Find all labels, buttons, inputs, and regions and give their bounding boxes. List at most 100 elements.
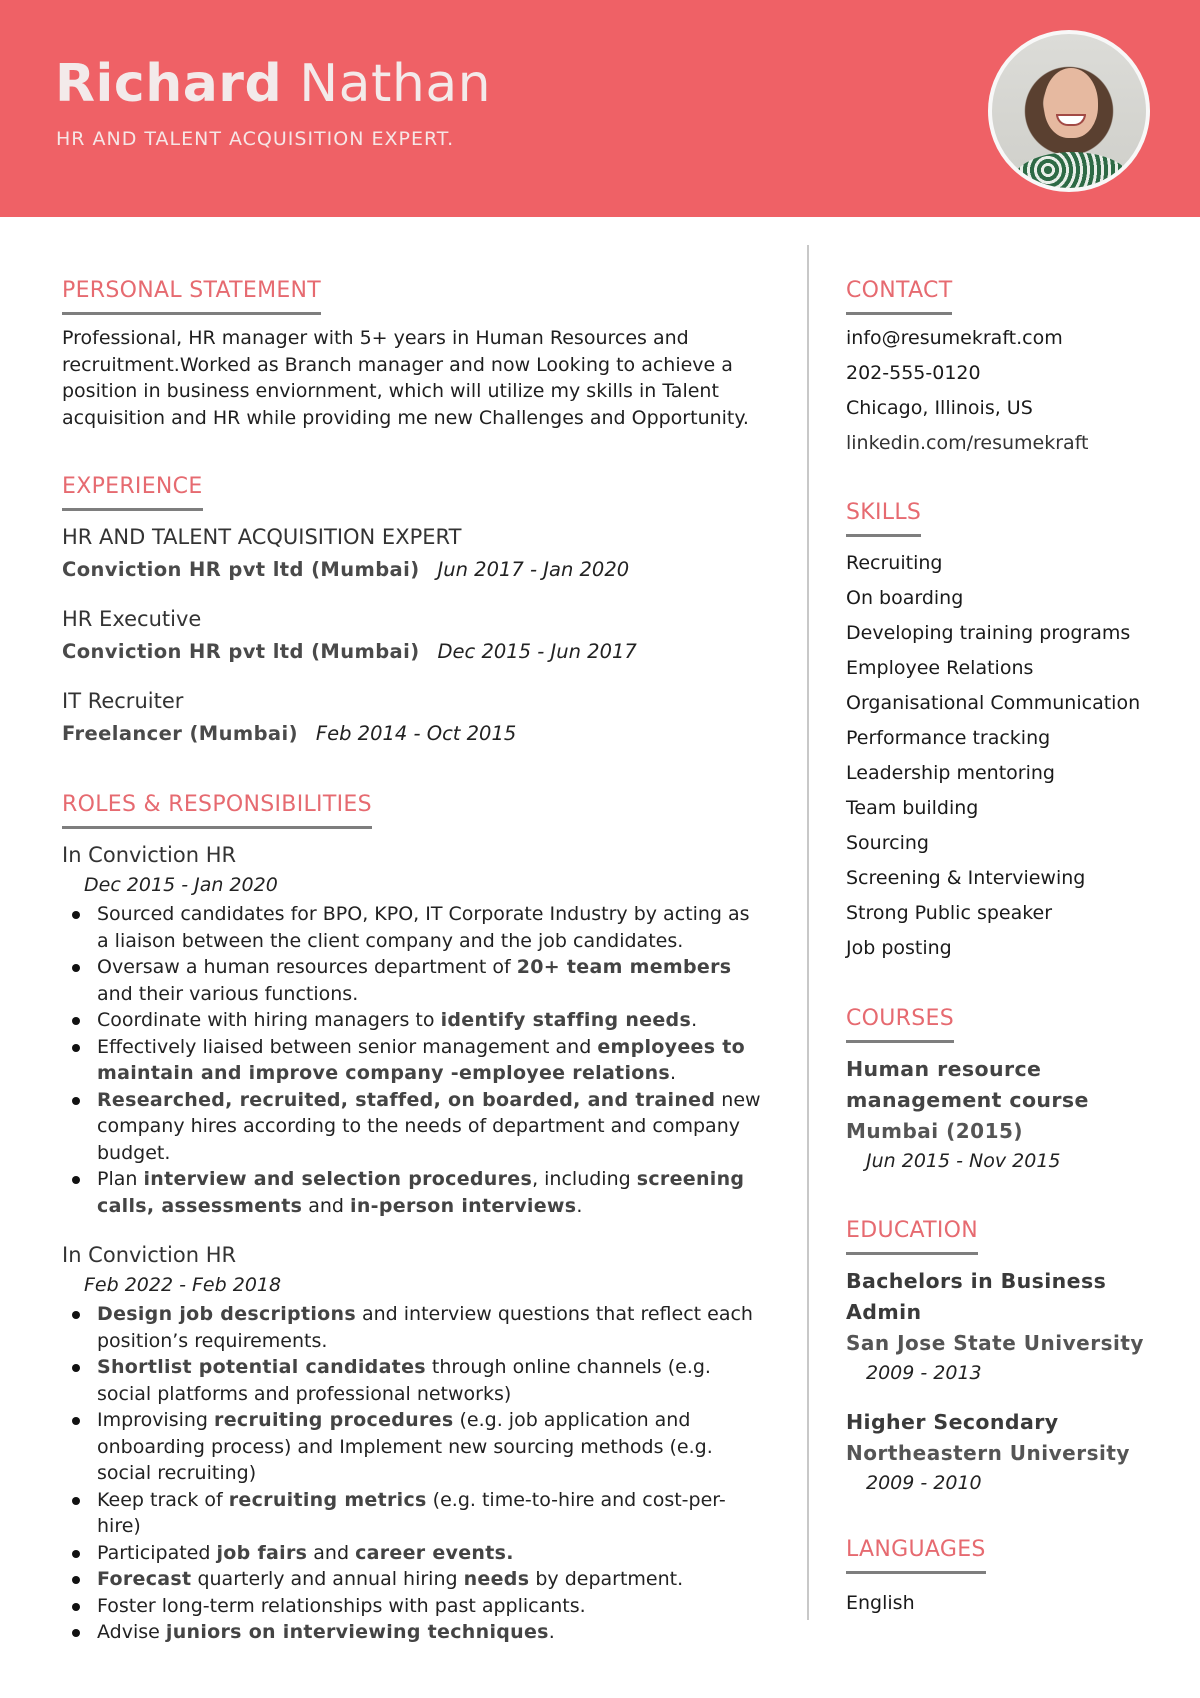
- highlight-text: juniors on interviewing techniques: [165, 1621, 549, 1643]
- heading-text: ROLES & RESPONSIBILITIES: [62, 792, 372, 817]
- skill-item: Sourcing: [846, 832, 929, 854]
- item-text: .: [670, 1062, 677, 1084]
- experience-item: IT Recruiter Freelancer (Mumbai) Feb 2014…: [62, 691, 762, 744]
- role-title: In Conviction HR: [62, 843, 237, 867]
- skill-item: On boarding: [846, 587, 964, 609]
- bullet-icon: [72, 1417, 80, 1425]
- education-dates: 2009 - 2010: [866, 1472, 982, 1494]
- last-name: Nathan: [299, 54, 492, 114]
- skill-item: Developing training programs: [846, 622, 1131, 644]
- heading-underline: [846, 1252, 979, 1255]
- profile-photo: [988, 30, 1150, 192]
- heading-underline: [846, 534, 922, 537]
- job-dates: Dec 2015 - Jun 2017: [437, 640, 637, 663]
- highlight-text: Design job descriptions: [97, 1303, 356, 1325]
- item-text: .: [691, 1009, 698, 1031]
- bullet-icon: [72, 1043, 80, 1052]
- bullet-icon: [72, 911, 80, 919]
- heading-underline: [62, 312, 322, 315]
- item-text: Keep track of: [97, 1488, 229, 1511]
- contact-list: info@resumekraft.com 202-555-0120 Chicag…: [846, 321, 1176, 461]
- item-text: Advise: [97, 1621, 166, 1643]
- skill-item: Performance tracking: [846, 727, 1051, 749]
- heading-text: SKILLS: [846, 500, 922, 525]
- photo-shirt: [1012, 152, 1132, 188]
- role-block: In Conviction HR Feb 2022 - Feb 2018 Des…: [62, 1245, 762, 1646]
- bullet-icon: [72, 1311, 80, 1319]
- job-dates: Jun 2017 - Jan 2020: [437, 558, 630, 581]
- course-dates: Jun 2015 - Nov 2015: [866, 1150, 1061, 1172]
- skill-item: Organisational Communication: [846, 692, 1141, 714]
- responsibility-item: Oversaw a human resources department of …: [62, 954, 762, 1007]
- highlight-text: identify staffing needs: [440, 1009, 692, 1031]
- item-text: Plan: [97, 1168, 144, 1190]
- contact-location: Chicago, Illinois, US: [846, 397, 1033, 419]
- responsibility-item: Improvising recruiting procedures (e.g. …: [62, 1407, 762, 1487]
- bullet-icon: [72, 1496, 80, 1505]
- item-text: and their various functions.: [97, 982, 359, 1005]
- highlight-text: needs: [463, 1568, 530, 1590]
- skill-item: Recruiting: [846, 552, 943, 574]
- highlight-text: in-person interviews: [350, 1194, 577, 1217]
- education-item: Bachelors in Business Admin San Jose Sta…: [846, 1266, 1166, 1387]
- candidate-name: Richard Nathan: [55, 58, 491, 110]
- highlight-text: recruiting metrics: [228, 1488, 427, 1511]
- job-company: Conviction HR pvt ltd (Mumbai): [62, 640, 420, 663]
- education-school: Northeastern University: [846, 1441, 1130, 1465]
- first-name: Richard: [55, 54, 283, 114]
- item-text: .: [576, 1194, 583, 1217]
- heading-personal-statement: PERSONAL STATEMENT: [62, 278, 322, 315]
- heading-underline: [62, 508, 203, 511]
- course-item: Human resource management course Mumbai …: [846, 1054, 1166, 1175]
- item-text: , including: [532, 1168, 637, 1190]
- highlight-text: 20+ team members: [516, 956, 732, 978]
- responsibility-item: Shortlist potential candidates through o…: [62, 1354, 762, 1407]
- job-title: HR AND TALENT ACQUISITION EXPERT: [62, 525, 462, 549]
- heading-courses: COURSES: [846, 1008, 954, 1043]
- highlight-text: Shortlist potential candidates: [97, 1356, 426, 1378]
- item-text: Oversaw a human resources department of: [97, 956, 517, 978]
- responsibility-item: Researched, recruited, staffed, on board…: [62, 1087, 762, 1167]
- bullet-icon: [72, 964, 80, 972]
- role-dates: Dec 2015 - Jan 2020: [84, 874, 278, 896]
- heading-education: EDUCATION: [846, 1220, 979, 1255]
- skill-item: Strong Public speaker: [846, 902, 1053, 924]
- bullet-icon: [72, 1017, 80, 1025]
- item-text: and: [307, 1541, 356, 1564]
- heading-text: PERSONAL STATEMENT: [62, 278, 322, 303]
- bullet-icon: [72, 1629, 80, 1637]
- skill-item: Job posting: [846, 937, 952, 959]
- experience-item: HR Executive Conviction HR pvt ltd (Mumb…: [62, 609, 762, 662]
- responsibility-item: Effectively liaised between senior manag…: [62, 1034, 762, 1087]
- photo-face: [1044, 68, 1098, 138]
- responsibility-item: Design job descriptions and interview qu…: [62, 1301, 762, 1354]
- job-dates: Feb 2014 - Oct 2015: [315, 722, 517, 745]
- course-place: Mumbai (2015): [846, 1119, 1024, 1143]
- heading-text: CONTACT: [846, 278, 953, 303]
- education-degree: Bachelors in Business Admin: [846, 1269, 1107, 1324]
- contact-phone[interactable]: 202-555-0120: [846, 356, 1176, 391]
- responsibility-item: Sourced candidates for BPO, KPO, IT Corp…: [62, 901, 762, 954]
- candidate-title: HR AND TALENT ACQUISITION EXPERT.: [56, 128, 455, 150]
- item-text: Participated: [97, 1541, 217, 1564]
- heading-roles: ROLES & RESPONSIBILITIES: [62, 794, 372, 829]
- education-dates: 2009 - 2013: [866, 1362, 982, 1384]
- responsibility-item: Foster long-term relationships with past…: [62, 1593, 762, 1620]
- bullet-icon: [72, 1364, 80, 1372]
- heading-underline: [62, 826, 372, 829]
- heading-text: LANGUAGES: [846, 1537, 986, 1562]
- skills-list: Recruiting On boarding Developing traini…: [846, 546, 1176, 966]
- skill-item: Employee Relations: [846, 657, 1034, 679]
- role-list: Sourced candidates for BPO, KPO, IT Corp…: [62, 901, 762, 1219]
- item-text: and: [302, 1194, 351, 1217]
- column-divider: [807, 245, 809, 1620]
- item-text: by department.: [529, 1568, 684, 1590]
- contact-email[interactable]: info@resumekraft.com: [846, 321, 1176, 356]
- bullet-icon: [72, 1096, 80, 1105]
- role-block: In Conviction HR Dec 2015 - Jan 2020 Sou…: [62, 845, 762, 1219]
- contact-linkedin[interactable]: linkedin.com/resumekraft: [846, 426, 1176, 461]
- item-text: Effectively liaised between senior manag…: [97, 1035, 598, 1058]
- heading-skills: SKILLS: [846, 500, 922, 537]
- personal-statement-text: Professional, HR manager with 5+ years i…: [62, 327, 749, 429]
- education-degree: Higher Secondary: [846, 1410, 1059, 1434]
